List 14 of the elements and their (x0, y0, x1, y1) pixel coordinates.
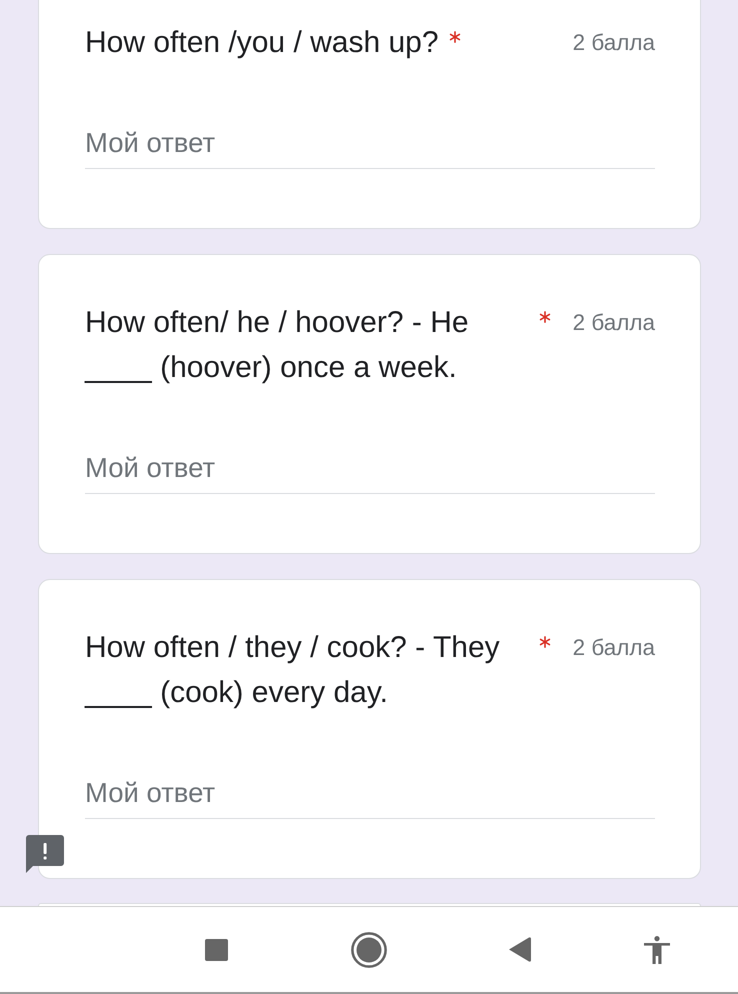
question-text: How often /you / wash up? (85, 25, 439, 61)
points-label: 2 балла (572, 634, 655, 662)
square-icon (205, 938, 228, 960)
answer-field[interactable]: Мой ответ (85, 452, 655, 494)
question-text: How often/ he / hoover? - He ____ (hoover) once a week. (85, 305, 470, 386)
circle-icon (351, 932, 387, 968)
answer-field[interactable]: Мой ответ (85, 777, 655, 819)
speech-bubble-icon[interactable] (26, 835, 64, 873)
points-label: 2 балла (572, 29, 655, 57)
triangle-icon (509, 937, 531, 962)
points-label: 2 балла (572, 309, 655, 337)
person-icon (644, 936, 670, 964)
question-text: How often / they / cook? - They ____ (cook) every day. (85, 630, 501, 711)
answer-field[interactable]: Мой ответ (85, 127, 655, 169)
